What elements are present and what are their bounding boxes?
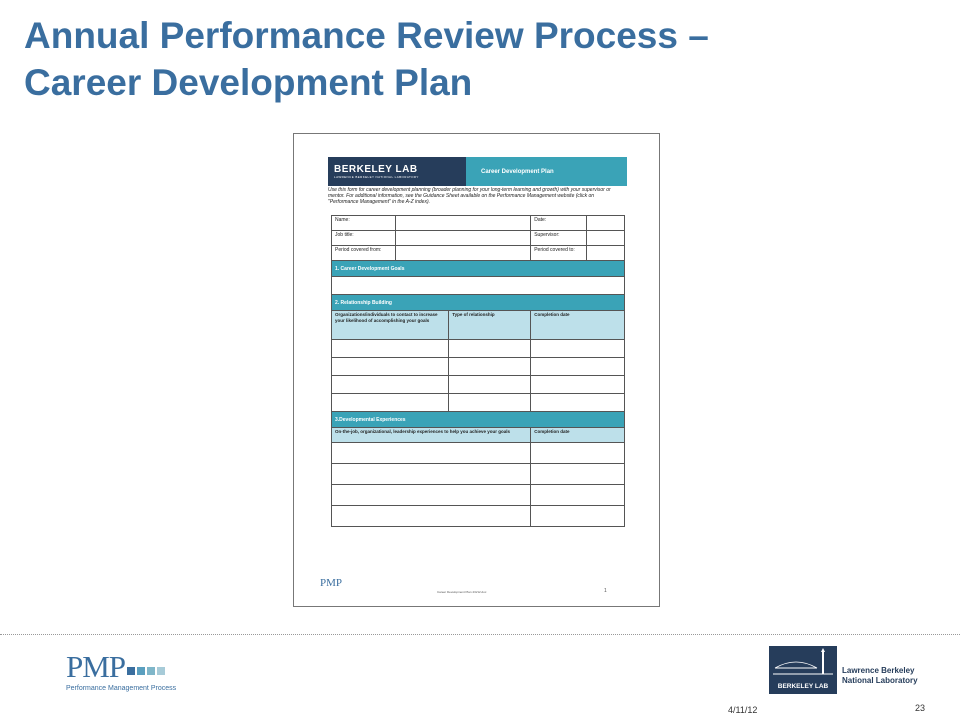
section-3-col-experiences: On-the-job, organizational, leadership e… bbox=[330, 427, 532, 443]
table-row bbox=[330, 393, 625, 412]
period-from-label: Period covered from: bbox=[330, 245, 397, 261]
form-title: Career Development Plan bbox=[466, 157, 627, 186]
pmp-logo: PMP Performance Management Process bbox=[66, 649, 216, 696]
table-row bbox=[330, 484, 625, 506]
period-to-value bbox=[585, 245, 626, 261]
slide-title-line-2: Career Development Plan bbox=[24, 62, 473, 103]
pmp-logo-squares bbox=[127, 667, 165, 675]
lbl-name-line-2: National Laboratory bbox=[842, 676, 918, 685]
slide-title-line-1: Annual Performance Review Process – bbox=[24, 15, 709, 56]
table-row bbox=[330, 463, 625, 485]
section-2-col-contacts: Organizations/individuals to contact to … bbox=[330, 310, 450, 340]
pmp-square-1 bbox=[127, 667, 135, 675]
form-footer-pmp-logo: PMP bbox=[320, 577, 343, 589]
table-row bbox=[330, 339, 625, 358]
form-row-name: Name: Date: bbox=[330, 215, 626, 231]
pmp-square-3 bbox=[147, 667, 155, 675]
section-1-body bbox=[331, 276, 625, 295]
name-label: Name: bbox=[330, 215, 397, 231]
section-2-header: 2. Relationship Building bbox=[331, 294, 625, 311]
form-intro-text: Use this form for career development pla… bbox=[328, 187, 611, 205]
section-2-columns-row: Organizations/individuals to contact to … bbox=[330, 310, 625, 340]
supervisor-label: Supervisor: bbox=[530, 230, 587, 246]
form-row-job: Job title: Supervisor: bbox=[330, 230, 626, 246]
section-2-col-relationship: Type of relationship bbox=[448, 310, 532, 340]
table-row bbox=[330, 357, 625, 376]
header-logo-subtext: LAWRENCE BERKELEY NATIONAL LABORATORY bbox=[334, 175, 419, 179]
section-2-header-row: 2. Relationship Building bbox=[331, 294, 625, 311]
pmp-logo-letters: PMP bbox=[66, 649, 126, 684]
date-value bbox=[585, 215, 626, 231]
section-3-header: 3.Developmental Experiences bbox=[331, 411, 625, 428]
slide-title: Annual Performance Review Process – Care… bbox=[24, 12, 709, 106]
section-3-header-row: 3.Developmental Experiences bbox=[331, 411, 625, 428]
section-1-header-row: 1. Career Development Goals bbox=[331, 260, 625, 277]
lbl-name: Lawrence Berkeley National Laboratory bbox=[842, 666, 918, 686]
period-to-label: Period covered to: bbox=[530, 245, 587, 261]
lbl-name-line-1: Lawrence Berkeley bbox=[842, 666, 915, 675]
job-title-label: Job title: bbox=[330, 230, 397, 246]
pmp-square-4 bbox=[157, 667, 165, 675]
section-1-body-row bbox=[331, 276, 625, 295]
form-header: BERKELEY LAB LAWRENCE BERKELEY NATIONAL … bbox=[328, 157, 627, 186]
berkeley-lab-header-logo: BERKELEY LAB LAWRENCE BERKELEY NATIONAL … bbox=[328, 157, 466, 186]
period-from-value bbox=[395, 245, 532, 261]
footer-divider bbox=[0, 634, 960, 635]
section-3-columns-row: On-the-job, organizational, leadership e… bbox=[330, 427, 625, 443]
date-label: Date: bbox=[530, 215, 587, 231]
pmp-logo-tagline: Performance Management Process bbox=[66, 685, 177, 692]
name-value bbox=[395, 215, 532, 231]
berkeley-lab-logo: BERKELEY LAB bbox=[769, 646, 837, 694]
slide-page-number: 23 bbox=[915, 703, 926, 713]
form-table: Name: Date: Job title: Supervisor: Perio… bbox=[330, 215, 626, 527]
form-footer-text: Career Development Plan 4/4/12.doc bbox=[437, 590, 487, 594]
section-1-header: 1. Career Development Goals bbox=[331, 260, 625, 277]
berkeley-lab-logo-text: BERKELEY LAB bbox=[777, 683, 829, 690]
supervisor-value bbox=[585, 230, 626, 246]
berkeley-building-icon bbox=[773, 648, 833, 675]
table-row bbox=[330, 505, 625, 527]
table-row bbox=[330, 442, 625, 464]
section-3-col-completion: Completion date bbox=[530, 427, 625, 443]
section-2-col-completion: Completion date bbox=[530, 310, 625, 340]
career-development-form-image: BERKELEY LAB LAWRENCE BERKELEY NATIONAL … bbox=[293, 133, 660, 607]
pmp-square-2 bbox=[137, 667, 145, 675]
form-footer-page-number: 1 bbox=[604, 588, 607, 594]
table-row bbox=[330, 375, 625, 394]
form-row-period: Period covered from: Period covered to: bbox=[330, 245, 626, 261]
job-title-value bbox=[395, 230, 532, 246]
header-logo-text: BERKELEY LAB bbox=[334, 164, 418, 175]
slide-date: 4/11/12 bbox=[728, 705, 758, 715]
